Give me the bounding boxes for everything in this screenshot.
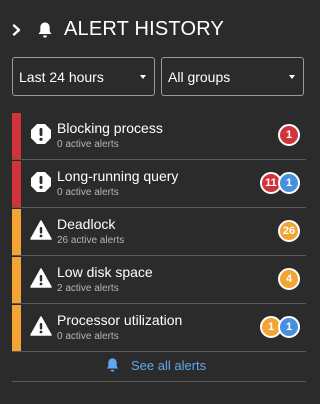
count-badge[interactable]: 1 — [278, 124, 300, 146]
alert-subtitle: 0 active alerts — [57, 331, 119, 342]
time-range-value: Last 24 hours — [19, 69, 104, 85]
severity-bar — [12, 113, 21, 159]
alert-badges: 11 — [260, 316, 300, 338]
alert-subtitle: 0 active alerts — [57, 139, 119, 150]
count-badge[interactable]: 4 — [278, 268, 300, 290]
severity-bar — [12, 209, 21, 255]
octagon-exclamation-icon — [30, 171, 52, 193]
divider — [12, 381, 306, 382]
severity-bar — [12, 305, 21, 351]
chevron-down-icon — [140, 75, 146, 79]
group-select[interactable]: All groups — [161, 57, 304, 96]
severity-bar — [12, 161, 21, 207]
time-range-select[interactable]: Last 24 hours — [12, 57, 155, 96]
group-value: All groups — [168, 69, 231, 85]
bell-icon — [38, 22, 52, 38]
severity-bar — [12, 257, 21, 303]
see-all-alerts-label: See all alerts — [131, 357, 207, 373]
alert-badges: 4 — [278, 268, 300, 290]
alert-row[interactable]: Low disk space 2 active alerts 4 — [12, 257, 306, 304]
triangle-warning-icon — [30, 315, 52, 337]
alert-badges: 1 — [278, 124, 300, 146]
page-title: ALERT HISTORY — [64, 18, 225, 40]
chevron-down-icon — [289, 75, 295, 79]
triangle-warning-icon — [30, 219, 52, 241]
alert-subtitle: 0 active alerts — [57, 187, 119, 198]
alert-subtitle: 2 active alerts — [57, 283, 119, 294]
alert-row[interactable]: Processor utilization 0 active alerts 1 1 — [12, 305, 306, 352]
alert-list: Blocking process 0 active alerts 1 Long-run… — [12, 113, 306, 353]
alert-name: Deadlock — [57, 216, 116, 232]
count-badge[interactable]: 1 — [278, 316, 300, 338]
count-badge[interactable]: 26 — [278, 220, 300, 242]
alert-name: Long-running query — [57, 168, 179, 184]
alert-name: Blocking process — [57, 120, 163, 136]
alert-name: Low disk space — [57, 264, 153, 280]
bell-icon — [106, 358, 119, 372]
count-badge[interactable]: 1 — [278, 172, 300, 194]
triangle-warning-icon — [30, 267, 52, 289]
octagon-exclamation-icon — [30, 123, 52, 145]
alert-badges: 11 1 — [260, 172, 300, 194]
alert-name: Processor utilization — [57, 312, 183, 328]
alert-row[interactable]: Blocking process 0 active alerts 1 — [12, 113, 306, 160]
alert-badges: 26 — [278, 220, 300, 242]
alert-row[interactable]: Deadlock 26 active alerts 26 — [12, 209, 306, 256]
chevron-right-icon[interactable] — [11, 24, 23, 36]
see-all-alerts-link[interactable]: See all alerts — [105, 356, 206, 374]
alert-subtitle: 26 active alerts — [57, 235, 125, 246]
alert-row[interactable]: Long-running query 0 active alerts 11 1 — [12, 161, 306, 208]
panel-header: ALERT HISTORY — [0, 0, 318, 60]
